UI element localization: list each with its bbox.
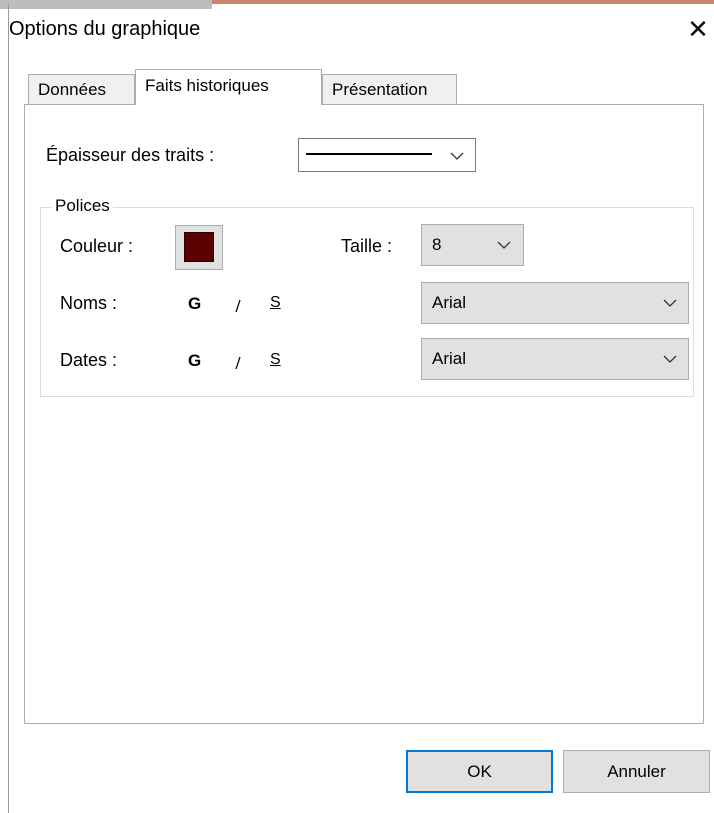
names-underline-toggle[interactable]: S: [270, 294, 281, 312]
chevron-down-icon: [663, 299, 677, 307]
fonts-group-title: Polices: [52, 196, 113, 216]
names-italic-toggle[interactable]: [233, 298, 243, 314]
names-font-value: Arial: [432, 293, 467, 312]
size-label: Taille :: [341, 236, 393, 256]
dates-font-value: Arial: [432, 349, 467, 368]
line-thickness-label: Épaisseur des traits :: [46, 145, 215, 165]
tab-donnees[interactable]: Données: [28, 74, 135, 105]
dates-font-select[interactable]: Arial: [421, 338, 689, 380]
close-icon[interactable]: ✕: [684, 14, 712, 44]
color-swatch: [184, 232, 214, 262]
tab-presentation[interactable]: Présentation: [322, 74, 457, 105]
chevron-down-icon: [663, 355, 677, 363]
names-label: Noms :: [60, 293, 118, 313]
dates-italic-toggle[interactable]: [233, 355, 243, 371]
names-font-select[interactable]: Arial: [421, 282, 689, 324]
font-size-value: 8: [432, 235, 442, 254]
dates-bold-toggle[interactable]: G: [188, 351, 201, 371]
cancel-button[interactable]: Annuler: [563, 750, 710, 793]
chevron-down-icon: [450, 152, 464, 160]
color-label: Couleur :: [60, 236, 134, 256]
line-thickness-sample: [306, 153, 432, 155]
dialog-title: Options du graphique: [9, 18, 201, 40]
dates-label: Dates :: [60, 350, 118, 370]
tab-faits-historiques[interactable]: Faits historiques: [135, 69, 322, 105]
chevron-down-icon: [497, 241, 511, 249]
dates-underline-toggle[interactable]: S: [270, 351, 281, 369]
tab-panel: [24, 104, 704, 724]
names-bold-toggle[interactable]: G: [188, 294, 201, 314]
ok-button[interactable]: OK: [406, 750, 553, 793]
